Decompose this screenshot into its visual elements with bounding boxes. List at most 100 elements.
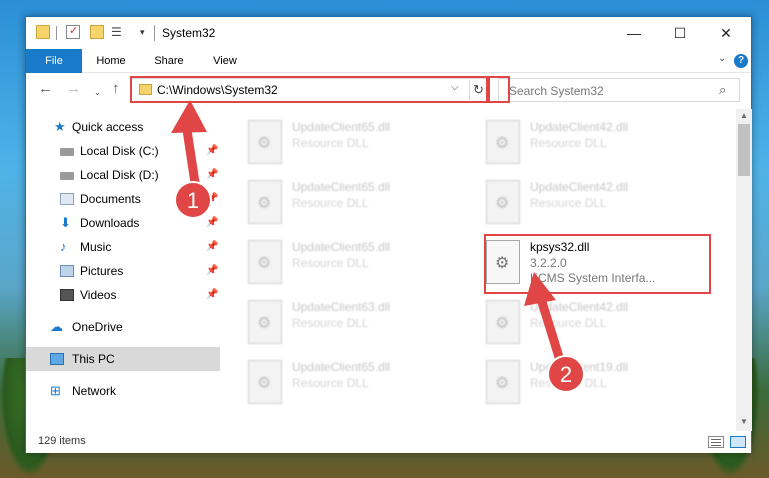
file-description: Resource DLL — [292, 136, 369, 150]
search-box[interactable]: Search System32 ⌕ — [498, 78, 740, 102]
minimize-button[interactable]: — — [611, 17, 657, 49]
file-name: UpdateClient63.dll — [292, 300, 391, 314]
file-description: Resource DLL — [530, 376, 607, 390]
file-item[interactable]: UpdateClient42.dll Resource DLL — [482, 297, 702, 353]
sidebar-item-quick-access[interactable]: ★ Quick access — [26, 115, 220, 139]
pin-icon[interactable]: 📌 — [206, 139, 218, 163]
new-folder-icon[interactable] — [90, 25, 104, 39]
documents-icon — [60, 193, 74, 205]
file-name: UpdateClient65.dll — [292, 360, 391, 374]
videos-icon — [60, 289, 74, 301]
help-icon[interactable]: ? — [734, 54, 748, 68]
back-button[interactable]: ← — [38, 81, 53, 97]
file-description: Resource DLL — [292, 256, 369, 270]
scroll-up-icon[interactable]: ▲ — [736, 111, 752, 120]
sidebar-item-this-pc[interactable]: This PC — [26, 347, 220, 371]
window-title: System32 — [162, 26, 216, 40]
scrollbar-thumb[interactable] — [738, 124, 750, 176]
sidebar-item-label: Videos — [80, 288, 117, 302]
file-description: Resource DLL — [292, 376, 369, 390]
dll-file-icon — [248, 360, 282, 404]
pin-icon[interactable]: 📌 — [206, 283, 218, 307]
file-item[interactable]: UpdateClient65.dll Resource DLL — [244, 177, 464, 233]
details-view-icon[interactable] — [708, 436, 724, 448]
sidebar-item-label: This PC — [72, 352, 115, 366]
file-item[interactable]: UpdateClient65.dll Resource DLL — [244, 237, 464, 293]
sidebar-item-network[interactable]: ⊞ Network — [26, 379, 220, 403]
maximize-button[interactable]: ☐ — [657, 17, 703, 49]
chevron-down-icon[interactable]: ⌄ — [718, 53, 726, 64]
folder-icon[interactable] — [36, 25, 50, 39]
pin-icon[interactable]: 📌 — [206, 235, 218, 259]
tab-share[interactable]: Share — [144, 49, 194, 73]
tab-home[interactable]: Home — [86, 49, 136, 73]
dll-file-icon — [486, 120, 520, 164]
sidebar-item-onedrive[interactable]: ☁ OneDrive — [26, 315, 220, 339]
file-item[interactable]: UpdateClient19.dll Resource DLL — [482, 357, 702, 413]
sidebar-item-label: Local Disk (C:) — [80, 144, 159, 158]
sidebar-item-label: OneDrive — [72, 320, 123, 334]
explorer-window: ☰ ▾ System32 — ☐ ✕ File Home Share View … — [25, 16, 752, 453]
star-icon: ★ — [54, 119, 66, 134]
search-icon[interactable]: ⌕ — [719, 82, 726, 98]
close-button[interactable]: ✕ — [703, 17, 749, 49]
recent-locations-button[interactable]: ⌄ — [94, 85, 101, 101]
sidebar-item-label: Local Disk (D:) — [80, 168, 159, 182]
sidebar-item-local-disk-d[interactable]: Local Disk (D:) 📌 — [26, 163, 220, 187]
vertical-scrollbar[interactable]: ▲ ▼ — [736, 109, 752, 431]
customize-toolbar-icon[interactable]: ▾ — [140, 25, 154, 39]
address-highlight-box — [130, 76, 488, 103]
sidebar-item-label: Downloads — [80, 216, 140, 230]
sidebar-item-documents[interactable]: Documents 📌 — [26, 187, 220, 211]
pin-icon[interactable]: 📌 — [206, 259, 218, 283]
pin-icon[interactable]: 📌 — [206, 211, 218, 235]
scroll-down-icon[interactable]: ▼ — [736, 417, 752, 426]
sidebar-item-videos[interactable]: Videos 📌 — [26, 283, 220, 307]
file-description: Resource DLL — [530, 136, 607, 150]
title-bar: ☰ ▾ System32 — ☐ ✕ — [26, 17, 751, 49]
sidebar-item-music[interactable]: ♪ Music 📌 — [26, 235, 220, 259]
network-icon: ⊞ — [50, 383, 61, 398]
file-name: UpdateClient65.dll — [292, 240, 391, 254]
sidebar-item-downloads[interactable]: ⬇ Downloads 📌 — [26, 211, 220, 235]
tab-file[interactable]: File — [26, 49, 82, 73]
music-icon: ♪ — [60, 239, 67, 254]
dll-file-icon — [248, 240, 282, 284]
view-options-icon[interactable]: ☰ — [111, 25, 125, 39]
sidebar-item-pictures[interactable]: Pictures 📌 — [26, 259, 220, 283]
refresh-highlight-box — [488, 76, 510, 103]
large-icons-view-icon[interactable] — [730, 436, 746, 448]
download-icon: ⬇ — [60, 215, 71, 230]
sidebar-item-label: Pictures — [80, 264, 124, 278]
sidebar-item-local-disk-c[interactable]: Local Disk (C:) 📌 — [26, 139, 220, 163]
search-input[interactable]: Search System32 — [509, 84, 604, 98]
file-name: UpdateClient42.dll — [530, 180, 629, 194]
divider — [56, 26, 57, 40]
file-item[interactable]: UpdateClient65.dll Resource DLL — [244, 117, 464, 173]
properties-icon[interactable] — [66, 24, 80, 39]
status-bar: 129 items — [26, 431, 751, 453]
file-name: UpdateClient65.dll — [292, 120, 391, 134]
file-name: UpdateClient19.dll — [530, 360, 629, 374]
computer-icon — [50, 353, 64, 365]
dll-file-icon — [248, 300, 282, 344]
file-item[interactable]: UpdateClient42.dll Resource DLL — [482, 177, 702, 233]
tab-view[interactable]: View — [202, 49, 248, 73]
file-highlight-box — [484, 234, 711, 294]
item-count: 129 items — [38, 435, 86, 447]
dll-file-icon — [486, 360, 520, 404]
dll-file-icon — [486, 300, 520, 344]
sidebar-item-label: Music — [80, 240, 112, 254]
file-description: Resource DLL — [292, 316, 369, 330]
pictures-icon — [60, 265, 74, 277]
pin-icon[interactable]: 📌 — [206, 187, 218, 211]
file-item[interactable]: UpdateClient42.dll Resource DLL — [482, 117, 702, 173]
pin-icon[interactable]: 📌 — [206, 163, 218, 187]
divider — [154, 25, 155, 41]
ribbon-tabs: File Home Share View ⌄ ? — [26, 49, 751, 73]
file-name: UpdateClient42.dll — [530, 120, 629, 134]
forward-button[interactable]: → — [66, 81, 81, 97]
up-button[interactable]: ↑ — [112, 81, 120, 97]
file-item[interactable]: UpdateClient63.dll Resource DLL — [244, 297, 464, 353]
file-item[interactable]: UpdateClient65.dll Resource DLL — [244, 357, 464, 413]
